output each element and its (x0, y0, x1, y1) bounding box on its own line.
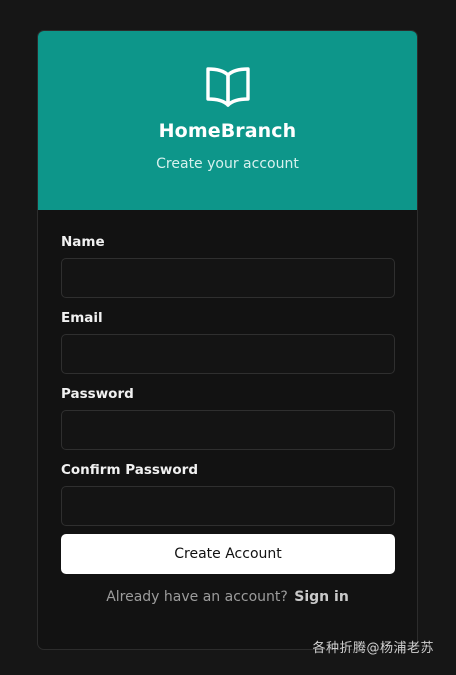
sign-in-link[interactable]: Sign in (294, 589, 349, 605)
app-title: HomeBranch (158, 120, 297, 142)
open-book-icon (205, 66, 251, 108)
confirm-password-label: Confirm Password (61, 462, 199, 478)
name-label: Name (61, 234, 105, 250)
signin-prompt: Already have an account? Sign in (61, 589, 394, 605)
confirm-password-input[interactable] (61, 486, 395, 526)
create-account-button[interactable]: Create Account (61, 534, 395, 574)
password-field-group: Password (61, 386, 395, 450)
password-label: Password (61, 386, 134, 402)
confirm-password-field-group: Confirm Password (61, 462, 395, 526)
name-field-group: Name (61, 234, 395, 298)
name-input[interactable] (61, 258, 395, 298)
signin-prompt-text: Already have an account? (106, 589, 288, 605)
signup-card: HomeBranch Create your account Name Emai… (37, 30, 418, 650)
email-field-group: Email (61, 310, 395, 374)
card-header: HomeBranch Create your account (38, 31, 417, 210)
email-label: Email (61, 310, 103, 326)
header-subtitle: Create your account (156, 156, 299, 172)
email-input[interactable] (61, 334, 395, 374)
password-input[interactable] (61, 410, 395, 450)
signup-form: Name Email Password Confirm Password Cre… (38, 210, 417, 605)
watermark: 各种折腾@杨浦老苏 (312, 641, 434, 656)
